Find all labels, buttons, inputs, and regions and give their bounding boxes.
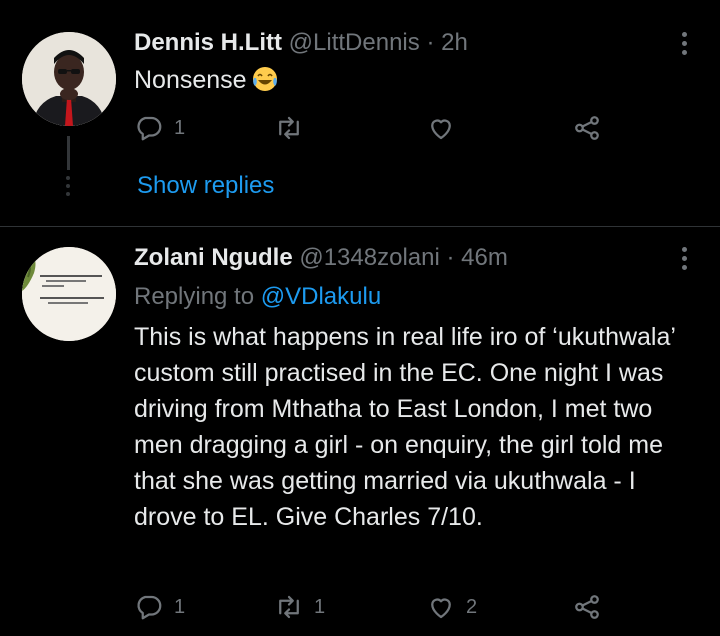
display-name[interactable]: Dennis H.Litt xyxy=(134,29,282,56)
like-button[interactable]: 2 xyxy=(426,592,477,622)
show-replies-link[interactable]: Show replies xyxy=(137,170,274,202)
tweet-dennis[interactable]: Dennis H.Litt @LittDennis · 2h Nonsense … xyxy=(0,0,720,226)
avatar[interactable] xyxy=(22,247,116,341)
heart-icon xyxy=(431,119,451,140)
reply-button[interactable]: 1 xyxy=(134,113,185,143)
tweet-zolani[interactable]: Zolani Ngudle @1348zolani · 46m Replying… xyxy=(0,227,720,636)
reply-icon xyxy=(137,116,162,141)
avatar[interactable] xyxy=(22,32,116,126)
separator: · xyxy=(446,244,455,271)
more-options-icon[interactable] xyxy=(682,247,688,274)
more-options-icon[interactable] xyxy=(682,32,688,59)
handle[interactable]: @LittDennis xyxy=(289,29,420,56)
reply-icon xyxy=(137,595,162,620)
face-with-tears-of-joy-icon xyxy=(252,67,277,91)
avatar-quote-image-icon xyxy=(22,247,116,341)
replying-to-handle[interactable]: @VDlakulu xyxy=(261,283,381,310)
retweet-icon xyxy=(279,595,299,619)
replying-to: Replying to @VDlakulu xyxy=(134,281,381,313)
share-icon xyxy=(575,595,599,619)
reply-count: 1 xyxy=(174,595,186,618)
tweet-text: Nonsense xyxy=(134,62,704,98)
like-button[interactable] xyxy=(426,113,466,143)
reply-count: 1 xyxy=(174,116,186,139)
tweet-header: Dennis H.Litt @LittDennis · 2h xyxy=(134,28,468,58)
like-count: 2 xyxy=(466,595,478,618)
display-name[interactable]: Zolani Ngudle xyxy=(134,244,293,271)
tweet-actions: 1 xyxy=(134,113,614,149)
tweet-body: Nonsense xyxy=(134,66,247,94)
heart-icon xyxy=(431,598,451,619)
retweet-icon xyxy=(279,116,299,140)
retweet-count: 1 xyxy=(314,595,326,618)
share-button[interactable] xyxy=(572,592,602,622)
avatar-photo-icon xyxy=(22,32,116,126)
share-button[interactable] xyxy=(572,113,602,143)
retweet-button[interactable] xyxy=(274,113,314,143)
separator: · xyxy=(426,29,435,56)
replying-to-label: Replying to xyxy=(134,283,255,310)
timestamp[interactable]: 46m xyxy=(461,244,508,271)
reply-button[interactable]: 1 xyxy=(134,592,185,622)
share-icon xyxy=(575,116,599,140)
timestamp[interactable]: 2h xyxy=(441,29,468,56)
handle[interactable]: @1348zolani xyxy=(299,244,439,271)
tweet-actions: 1 1 2 xyxy=(134,592,614,628)
thread-line xyxy=(67,136,70,170)
tweet-header: Zolani Ngudle @1348zolani · 46m xyxy=(134,243,508,273)
tweet-text: This is what happens in real life iro of… xyxy=(134,323,676,531)
thread-dots xyxy=(66,176,70,200)
retweet-button[interactable]: 1 xyxy=(274,592,325,622)
